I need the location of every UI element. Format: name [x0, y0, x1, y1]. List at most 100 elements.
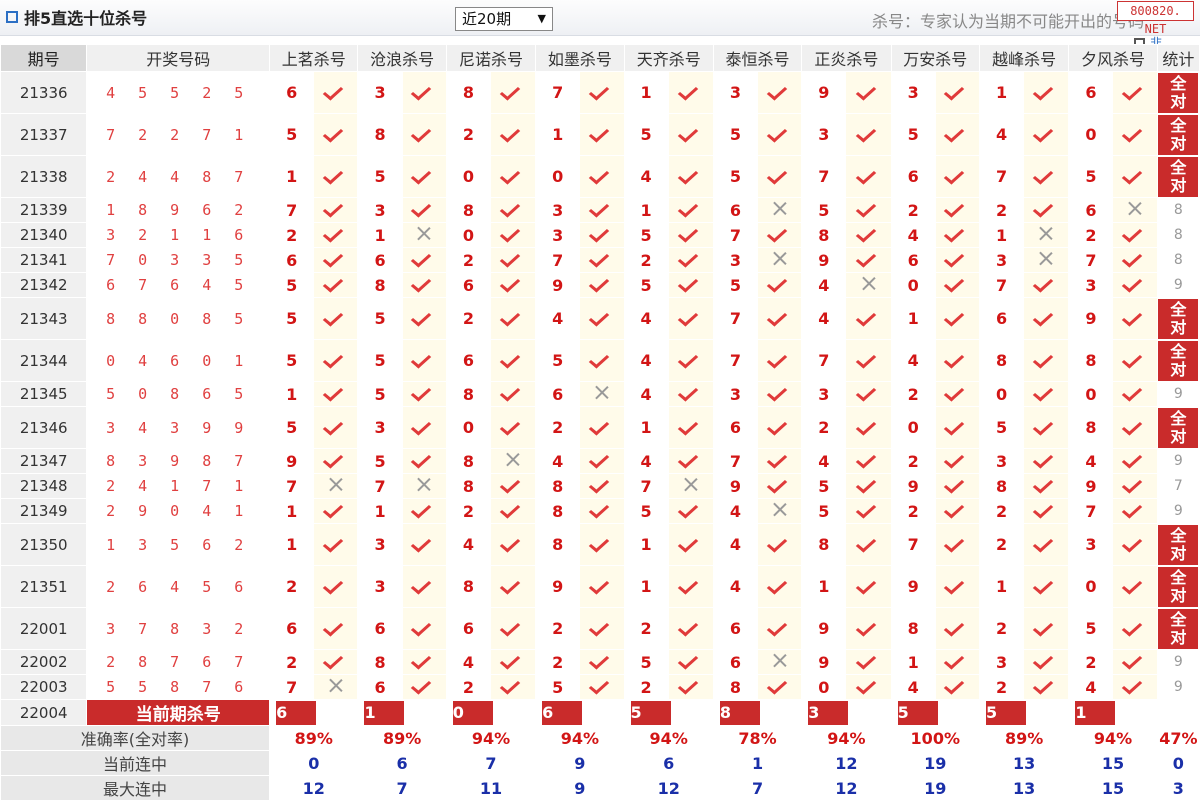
result-mark: [313, 222, 359, 248]
result-mark: [934, 297, 980, 340]
result-mark: [313, 272, 359, 298]
check-icon: [946, 417, 968, 435]
result-mark: [313, 339, 359, 382]
kill-number: 9: [1068, 473, 1114, 499]
check-icon: [325, 224, 347, 242]
check-icon: [325, 124, 347, 142]
check-icon: [413, 82, 435, 100]
accuracy-label: 准确率(全对率): [0, 725, 271, 751]
check-icon: [325, 199, 347, 217]
all-correct-badge: 全对: [1158, 566, 1199, 607]
kill-number: 5: [535, 674, 581, 700]
result-mark: [1112, 448, 1158, 474]
kill-number: 0: [1068, 381, 1114, 407]
header-expert-8: 越峰杀号: [978, 44, 1070, 72]
kill-number: 1: [535, 113, 581, 156]
result-mark: [401, 523, 447, 566]
check-icon: [413, 500, 435, 518]
period-select[interactable]: 近20期 ▼: [455, 7, 553, 31]
kill-number: 5: [978, 406, 1025, 449]
current-kill-cell: 5: [978, 699, 1070, 726]
row-draw-number: 8 3 9 8 7: [86, 448, 271, 474]
table-row: 21343 8 8 0 8 5 5 5 2 4 4 7 4 1 6 9 全对: [0, 297, 1200, 340]
result-mark: [845, 197, 892, 223]
result-mark: [579, 565, 625, 608]
kill-number: 8: [445, 565, 491, 608]
check-icon: [1035, 576, 1057, 594]
accuracy-total: 47%: [1156, 725, 1200, 751]
check-icon: [591, 651, 613, 669]
check-icon: [591, 224, 613, 242]
check-icon: [858, 618, 880, 636]
kill-number: 6: [445, 607, 491, 650]
check-icon: [858, 450, 880, 468]
check-icon: [1124, 124, 1146, 142]
check-icon: [1035, 475, 1057, 493]
kill-number: 0: [1068, 565, 1114, 608]
check-icon: [325, 500, 347, 518]
check-icon: [502, 249, 524, 267]
accuracy-value: 100%: [890, 725, 980, 751]
check-icon: [946, 576, 968, 594]
kill-number: 5: [623, 113, 669, 156]
kill-number: 8: [801, 222, 847, 248]
result-mark: [757, 297, 803, 340]
check-icon: [1124, 618, 1146, 636]
kill-number: 4: [535, 297, 581, 340]
kill-number: 2: [269, 649, 315, 675]
current-streak-label: 当前连中: [0, 750, 271, 776]
kill-number: 1: [269, 381, 315, 407]
kill-number: 7: [801, 339, 847, 382]
check-icon: [769, 534, 791, 552]
check-icon: [325, 350, 347, 368]
current-streak-value: 19: [890, 750, 980, 776]
kill-number: 1: [623, 565, 669, 608]
kill-number: 5: [801, 473, 847, 499]
kill-number: 4: [445, 523, 491, 566]
result-mark: [579, 272, 625, 298]
cross-icon: [1035, 249, 1057, 267]
all-correct-badge: 全对: [1158, 298, 1199, 339]
all-correct-badge: 全对: [1158, 524, 1199, 565]
row-issue: 21351: [0, 565, 88, 608]
kill-number: 3: [535, 197, 581, 223]
kill-number: 3: [357, 197, 403, 223]
result-mark: [489, 473, 537, 499]
check-icon: [591, 417, 613, 435]
check-icon: [413, 350, 435, 368]
cross-icon: [413, 224, 435, 242]
table-row: 21349 2 9 0 4 111285452279: [0, 498, 1200, 524]
row-draw-number: 4 5 5 2 5: [86, 71, 271, 114]
kill-number: 6: [890, 155, 936, 198]
result-mark: [401, 247, 447, 273]
header-expert-4: 天齐杀号: [623, 44, 714, 72]
result-mark: [934, 247, 980, 273]
kill-number-table: 期号 开奖号码 上茗杀号 沧浪杀号 尼诺杀号 如墨杀号 天齐杀号 泰恒杀号 正炎杀号 万安杀号…: [0, 44, 1200, 801]
kill-number: 7: [269, 473, 315, 499]
result-mark: [401, 565, 447, 608]
result-mark: [845, 523, 892, 566]
current-streak-row: 当前连中 0 6 7 9 6 1 12 19 13 15 0: [0, 750, 1200, 776]
page-title: 排5直选十位杀号: [6, 6, 147, 28]
row-issue: 21338: [0, 155, 88, 198]
check-icon: [325, 274, 347, 292]
kill-number: 9: [890, 565, 936, 608]
kill-number: 9: [890, 473, 936, 499]
kill-number: 1: [269, 523, 315, 566]
check-icon: [1124, 224, 1146, 242]
check-icon: [1124, 500, 1146, 518]
result-mark: [845, 272, 892, 298]
accuracy-value: 89%: [269, 725, 359, 751]
watermark-badge: 800820. NET: [1117, 1, 1194, 36]
row-stat: 9: [1156, 649, 1200, 675]
header-expert-3: 如墨杀号: [535, 44, 625, 72]
kill-number: 4: [623, 155, 669, 198]
result-mark: [1112, 197, 1158, 223]
current-streak-value: 6: [357, 750, 447, 776]
header-issue: 期号: [0, 44, 88, 72]
top-bar: 排5直选十位杀号 近20期 ▼ 杀号：专家认为当期不可能开出的号码 800820.…: [0, 0, 1200, 36]
result-mark: [1023, 155, 1070, 198]
kill-number: 8: [357, 113, 403, 156]
kill-number: 5: [357, 297, 403, 340]
accuracy-value: 94%: [1068, 725, 1158, 751]
